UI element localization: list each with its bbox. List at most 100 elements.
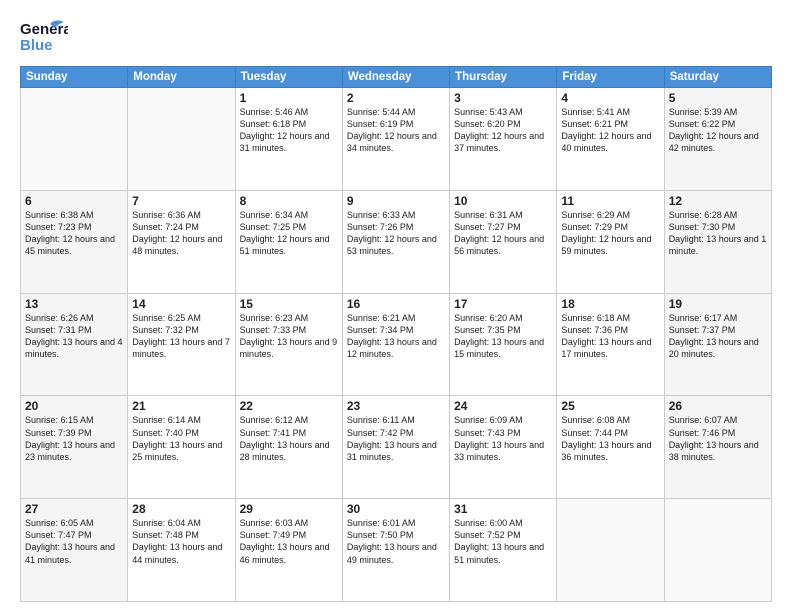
calendar-cell: 30Sunrise: 6:01 AM Sunset: 7:50 PM Dayli… (342, 499, 449, 602)
dow-header: Wednesday (342, 67, 449, 88)
day-info: Sunrise: 6:08 AM Sunset: 7:44 PM Dayligh… (561, 414, 659, 463)
calendar-cell: 15Sunrise: 6:23 AM Sunset: 7:33 PM Dayli… (235, 293, 342, 396)
dow-header: Sunday (21, 67, 128, 88)
day-number: 13 (25, 297, 123, 311)
day-number: 19 (669, 297, 767, 311)
day-number: 17 (454, 297, 552, 311)
calendar-cell: 11Sunrise: 6:29 AM Sunset: 7:29 PM Dayli… (557, 190, 664, 293)
header: General Blue (20, 16, 772, 58)
svg-text:Blue: Blue (20, 37, 53, 54)
dow-header: Thursday (450, 67, 557, 88)
day-number: 2 (347, 91, 445, 105)
calendar-cell (557, 499, 664, 602)
calendar-cell: 22Sunrise: 6:12 AM Sunset: 7:41 PM Dayli… (235, 396, 342, 499)
calendar-cell: 8Sunrise: 6:34 AM Sunset: 7:25 PM Daylig… (235, 190, 342, 293)
day-info: Sunrise: 6:31 AM Sunset: 7:27 PM Dayligh… (454, 209, 552, 258)
day-info: Sunrise: 6:14 AM Sunset: 7:40 PM Dayligh… (132, 414, 230, 463)
calendar-week-row: 20Sunrise: 6:15 AM Sunset: 7:39 PM Dayli… (21, 396, 772, 499)
calendar-cell: 29Sunrise: 6:03 AM Sunset: 7:49 PM Dayli… (235, 499, 342, 602)
day-number: 24 (454, 399, 552, 413)
day-info: Sunrise: 6:01 AM Sunset: 7:50 PM Dayligh… (347, 517, 445, 566)
calendar-cell: 13Sunrise: 6:26 AM Sunset: 7:31 PM Dayli… (21, 293, 128, 396)
calendar-cell: 1Sunrise: 5:46 AM Sunset: 6:18 PM Daylig… (235, 88, 342, 191)
dow-header: Monday (128, 67, 235, 88)
day-number: 5 (669, 91, 767, 105)
day-info: Sunrise: 6:21 AM Sunset: 7:34 PM Dayligh… (347, 312, 445, 361)
calendar-cell: 4Sunrise: 5:41 AM Sunset: 6:21 PM Daylig… (557, 88, 664, 191)
calendar-cell: 3Sunrise: 5:43 AM Sunset: 6:20 PM Daylig… (450, 88, 557, 191)
day-number: 15 (240, 297, 338, 311)
logo: General Blue (20, 16, 70, 58)
calendar-cell: 18Sunrise: 6:18 AM Sunset: 7:36 PM Dayli… (557, 293, 664, 396)
day-number: 27 (25, 502, 123, 516)
day-info: Sunrise: 6:23 AM Sunset: 7:33 PM Dayligh… (240, 312, 338, 361)
calendar-cell: 26Sunrise: 6:07 AM Sunset: 7:46 PM Dayli… (664, 396, 771, 499)
day-number: 31 (454, 502, 552, 516)
day-number: 30 (347, 502, 445, 516)
calendar-cell: 19Sunrise: 6:17 AM Sunset: 7:37 PM Dayli… (664, 293, 771, 396)
day-number: 6 (25, 194, 123, 208)
day-info: Sunrise: 6:26 AM Sunset: 7:31 PM Dayligh… (25, 312, 123, 361)
calendar-cell (21, 88, 128, 191)
day-number: 22 (240, 399, 338, 413)
day-info: Sunrise: 6:05 AM Sunset: 7:47 PM Dayligh… (25, 517, 123, 566)
day-info: Sunrise: 6:12 AM Sunset: 7:41 PM Dayligh… (240, 414, 338, 463)
day-info: Sunrise: 6:15 AM Sunset: 7:39 PM Dayligh… (25, 414, 123, 463)
day-info: Sunrise: 5:39 AM Sunset: 6:22 PM Dayligh… (669, 106, 767, 155)
day-info: Sunrise: 6:34 AM Sunset: 7:25 PM Dayligh… (240, 209, 338, 258)
day-number: 8 (240, 194, 338, 208)
days-of-week-row: SundayMondayTuesdayWednesdayThursdayFrid… (21, 67, 772, 88)
day-number: 26 (669, 399, 767, 413)
calendar-cell: 12Sunrise: 6:28 AM Sunset: 7:30 PM Dayli… (664, 190, 771, 293)
calendar-table: SundayMondayTuesdayWednesdayThursdayFrid… (20, 66, 772, 602)
calendar-week-row: 6Sunrise: 6:38 AM Sunset: 7:23 PM Daylig… (21, 190, 772, 293)
day-info: Sunrise: 6:03 AM Sunset: 7:49 PM Dayligh… (240, 517, 338, 566)
day-number: 14 (132, 297, 230, 311)
day-number: 29 (240, 502, 338, 516)
calendar-week-row: 13Sunrise: 6:26 AM Sunset: 7:31 PM Dayli… (21, 293, 772, 396)
calendar-cell: 14Sunrise: 6:25 AM Sunset: 7:32 PM Dayli… (128, 293, 235, 396)
day-info: Sunrise: 6:38 AM Sunset: 7:23 PM Dayligh… (25, 209, 123, 258)
day-info: Sunrise: 5:41 AM Sunset: 6:21 PM Dayligh… (561, 106, 659, 155)
calendar-cell: 17Sunrise: 6:20 AM Sunset: 7:35 PM Dayli… (450, 293, 557, 396)
calendar-week-row: 27Sunrise: 6:05 AM Sunset: 7:47 PM Dayli… (21, 499, 772, 602)
calendar-cell: 24Sunrise: 6:09 AM Sunset: 7:43 PM Dayli… (450, 396, 557, 499)
day-number: 11 (561, 194, 659, 208)
day-info: Sunrise: 6:36 AM Sunset: 7:24 PM Dayligh… (132, 209, 230, 258)
day-info: Sunrise: 6:17 AM Sunset: 7:37 PM Dayligh… (669, 312, 767, 361)
day-info: Sunrise: 6:28 AM Sunset: 7:30 PM Dayligh… (669, 209, 767, 258)
dow-header: Friday (557, 67, 664, 88)
calendar-cell: 31Sunrise: 6:00 AM Sunset: 7:52 PM Dayli… (450, 499, 557, 602)
day-number: 3 (454, 91, 552, 105)
day-number: 20 (25, 399, 123, 413)
calendar-cell: 7Sunrise: 6:36 AM Sunset: 7:24 PM Daylig… (128, 190, 235, 293)
dow-header: Saturday (664, 67, 771, 88)
day-number: 12 (669, 194, 767, 208)
svg-text:General: General (20, 21, 68, 38)
calendar-cell: 16Sunrise: 6:21 AM Sunset: 7:34 PM Dayli… (342, 293, 449, 396)
day-number: 28 (132, 502, 230, 516)
day-number: 9 (347, 194, 445, 208)
day-info: Sunrise: 6:33 AM Sunset: 7:26 PM Dayligh… (347, 209, 445, 258)
day-info: Sunrise: 6:04 AM Sunset: 7:48 PM Dayligh… (132, 517, 230, 566)
day-info: Sunrise: 6:25 AM Sunset: 7:32 PM Dayligh… (132, 312, 230, 361)
day-info: Sunrise: 6:07 AM Sunset: 7:46 PM Dayligh… (669, 414, 767, 463)
logo-icon: General Blue (20, 16, 68, 58)
day-number: 10 (454, 194, 552, 208)
day-number: 25 (561, 399, 659, 413)
calendar-week-row: 1Sunrise: 5:46 AM Sunset: 6:18 PM Daylig… (21, 88, 772, 191)
day-info: Sunrise: 6:29 AM Sunset: 7:29 PM Dayligh… (561, 209, 659, 258)
calendar-cell: 28Sunrise: 6:04 AM Sunset: 7:48 PM Dayli… (128, 499, 235, 602)
calendar-cell: 25Sunrise: 6:08 AM Sunset: 7:44 PM Dayli… (557, 396, 664, 499)
calendar-cell: 21Sunrise: 6:14 AM Sunset: 7:40 PM Dayli… (128, 396, 235, 499)
day-info: Sunrise: 5:44 AM Sunset: 6:19 PM Dayligh… (347, 106, 445, 155)
page: General Blue SundayMondayTuesdayWednesda… (0, 0, 792, 612)
calendar-cell: 9Sunrise: 6:33 AM Sunset: 7:26 PM Daylig… (342, 190, 449, 293)
calendar-cell (128, 88, 235, 191)
day-info: Sunrise: 5:43 AM Sunset: 6:20 PM Dayligh… (454, 106, 552, 155)
day-info: Sunrise: 6:00 AM Sunset: 7:52 PM Dayligh… (454, 517, 552, 566)
day-number: 23 (347, 399, 445, 413)
calendar-body: 1Sunrise: 5:46 AM Sunset: 6:18 PM Daylig… (21, 88, 772, 602)
day-number: 1 (240, 91, 338, 105)
day-info: Sunrise: 6:18 AM Sunset: 7:36 PM Dayligh… (561, 312, 659, 361)
